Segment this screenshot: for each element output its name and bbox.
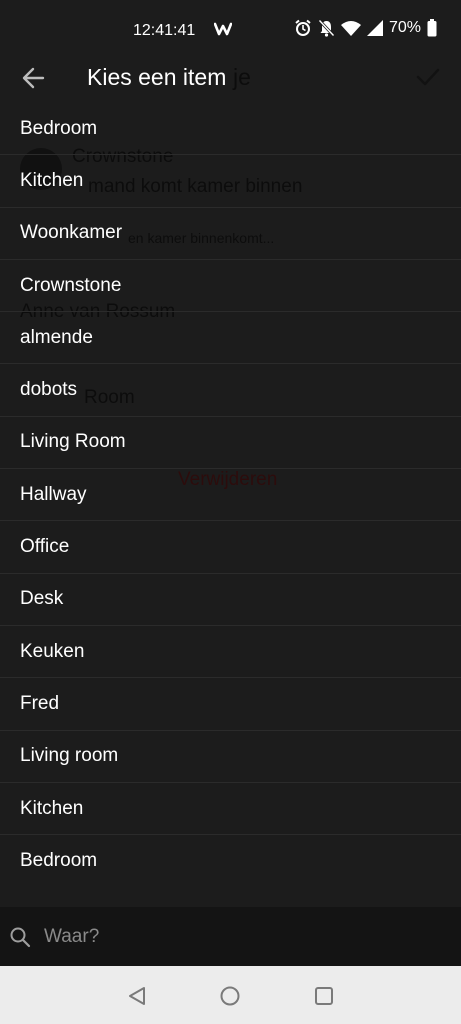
dialog-title: Kies een item [87, 64, 227, 90]
check-icon[interactable] [415, 64, 441, 90]
status-time: 12:41:41 [133, 22, 196, 39]
list-item[interactable]: Fred [0, 678, 461, 731]
list-item[interactable]: Bedroom [0, 103, 461, 156]
list-item[interactable]: Bedroom [0, 835, 461, 887]
recents-square-icon[interactable] [312, 984, 336, 1008]
search-bar [0, 907, 461, 966]
list-item-label: Office [20, 536, 70, 558]
list-item-label: dobots [20, 379, 78, 401]
back-triangle-icon[interactable] [126, 984, 150, 1008]
list-item-label: Crownstone [20, 274, 122, 296]
list-item-label: Woonkamer [20, 222, 123, 244]
list-item[interactable]: dobots [0, 364, 461, 417]
list-item-label: Hallway [20, 483, 87, 505]
system-nav-bar [0, 966, 461, 1024]
app-bar: Kies een item je [0, 52, 461, 104]
list-item[interactable]: Kitchen [0, 155, 461, 208]
list-item[interactable]: Kitchen [0, 783, 461, 836]
list-item-label: Keuken [20, 640, 85, 662]
list-item[interactable]: Crownstone [0, 260, 461, 313]
item-list: Bedroom Kitchen Woonkamer Crownstone alm… [0, 103, 461, 887]
list-item-label: Fred [20, 692, 60, 714]
battery-icon [427, 19, 437, 37]
list-item-label: Kitchen [20, 797, 84, 819]
list-item[interactable]: Living room [0, 731, 461, 783]
list-item-label: Living Room [20, 431, 126, 453]
home-circle-icon[interactable] [218, 984, 242, 1008]
list-item-label: almende [20, 326, 93, 348]
list-item[interactable]: Keuken [0, 626, 461, 679]
list-item-label: Desk [20, 588, 64, 610]
app-w-icon [213, 22, 233, 40]
list-item[interactable]: Woonkamer [0, 208, 461, 260]
status-bar: 12:41:41 70% [0, 0, 461, 60]
wifi-icon [340, 20, 361, 36]
list-item-label: Bedroom [20, 117, 98, 139]
search-input[interactable] [42, 919, 446, 955]
list-item-label: Bedroom [20, 850, 98, 872]
background-title-fragment: je [233, 64, 251, 90]
list-item-label: Kitchen [20, 169, 84, 191]
list-item[interactable]: Office [0, 521, 461, 574]
arrow-left-icon[interactable] [20, 64, 48, 92]
list-item[interactable]: Hallway [0, 469, 461, 522]
battery-percent: 70% [388, 19, 421, 36]
list-item[interactable]: Desk [0, 574, 461, 626]
list-item[interactable]: Living Room [0, 417, 461, 470]
list-item-label: Living room [20, 745, 119, 767]
list-item[interactable]: almende [0, 312, 461, 365]
notifications-off-icon [318, 19, 335, 37]
signal-icon [366, 20, 383, 36]
alarm-icon [294, 19, 312, 37]
